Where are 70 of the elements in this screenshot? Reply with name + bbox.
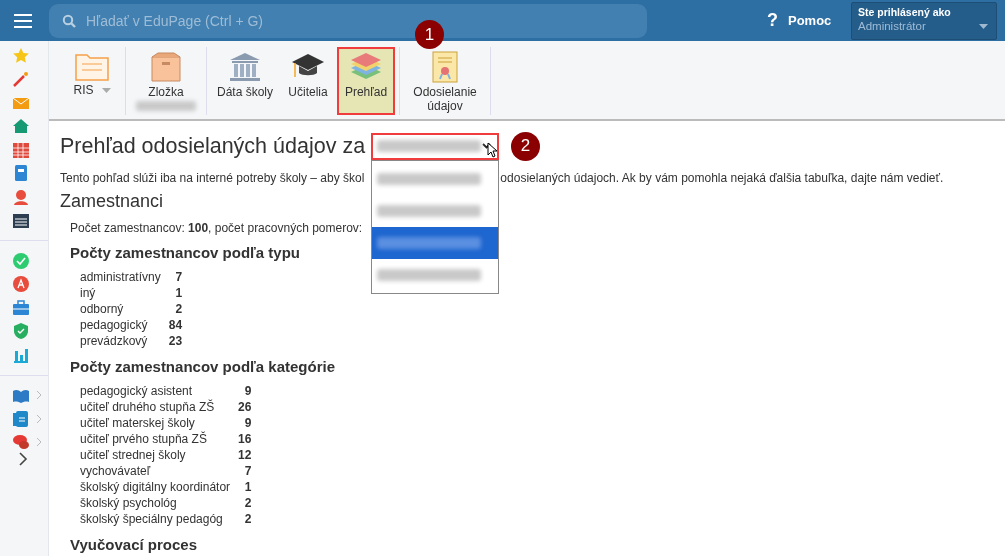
section-heading: Zamestnanci [60, 191, 164, 212]
row-label: prevádzkový [80, 333, 149, 349]
row-label: učiteľ druhého stupňa ZŠ [80, 399, 216, 415]
row-label: administratívny [80, 269, 161, 285]
caret-icon [979, 23, 988, 29]
grade-icon[interactable] [12, 275, 30, 294]
row-label: školský psychológ [80, 495, 178, 511]
toolbar-button[interactable]: Prehľad [337, 47, 396, 115]
briefcase-icon[interactable] [12, 298, 30, 317]
row-label: učiteľ strednej školy [80, 447, 187, 463]
year-dropdown[interactable] [371, 132, 500, 160]
shield-icon[interactable] [12, 322, 30, 341]
row-value: 7 [160, 269, 183, 285]
notebook-icon[interactable] [12, 164, 30, 183]
row-label: vychovávateľ [80, 463, 152, 479]
row-label: učiteľ materskej školy [80, 415, 231, 431]
row-label: pedagogický asistent [80, 383, 231, 399]
magic-wand-icon[interactable] [12, 70, 30, 89]
row-label: odborný [80, 301, 125, 317]
group-heading: Počty zamestnancov podľa typu [70, 244, 301, 261]
folder-icon [75, 51, 109, 81]
help-button[interactable]: ? Pomoc [767, 10, 832, 31]
chevron-icon[interactable] [18, 452, 28, 466]
info-text: odosielaných údajoch. Ak by vám pomohla nejaká ďalšia tabuľka, dajte nám vedieť. [500, 171, 944, 185]
chevron-icon [36, 413, 42, 424]
row-value: 2 [243, 511, 252, 527]
row-label: školský digitálny koordinátor [80, 479, 231, 495]
row-value: 9 [243, 383, 252, 399]
group-heading: Počty zamestnancov podľa kategórie [70, 358, 337, 375]
cursor-icon [487, 141, 500, 158]
row-label: učiteľ prvého stupňa ZŠ [80, 431, 208, 447]
star-icon[interactable] [12, 46, 30, 65]
row-label: pedagogický [80, 317, 149, 333]
row-label: školský špeciálny pedagóg [80, 511, 224, 527]
calendar-icon[interactable] [12, 211, 30, 230]
dropdown-option[interactable] [372, 226, 499, 259]
row-value: 9 [243, 415, 252, 431]
toolbar-button[interactable]: Dáta školy [211, 47, 280, 115]
row-label: iný [80, 285, 97, 301]
row-value: 84 [167, 317, 183, 333]
search-icon [62, 13, 76, 28]
toolbar-button[interactable]: Učitelia [279, 47, 338, 115]
toolbar-button[interactable]: Odosielanie údajov [404, 47, 487, 115]
row-value: 2 [174, 301, 183, 317]
user-menu[interactable]: Ste prihlásený ako Administrátor [851, 1, 997, 40]
person-icon[interactable] [12, 187, 30, 206]
building-icon [228, 51, 262, 83]
group-heading: Vyučovací proces [70, 536, 198, 553]
house-icon[interactable] [12, 117, 30, 136]
row-value: 1 [174, 285, 183, 301]
document-icon[interactable] [12, 409, 30, 428]
check-icon[interactable] [12, 251, 30, 270]
certificate-icon [431, 51, 460, 83]
row-value: 26 [237, 399, 252, 415]
row-value: 12 [237, 447, 252, 463]
row-value: 7 [243, 463, 252, 479]
page-title: Prehľad odosielaných údajov za [60, 133, 366, 159]
row-value: 16 [237, 431, 252, 447]
box-icon [150, 51, 182, 83]
chevron-icon [36, 390, 42, 401]
step-badge: 2 [511, 131, 541, 161]
chevron-icon [36, 437, 42, 448]
chat-icon[interactable] [12, 433, 30, 452]
row-value: 1 [230, 479, 252, 495]
summary-text: Počet zamestnancov: 100, počet pracovných pomerov: [70, 221, 364, 235]
toolbar-button[interactable]: RIS [63, 47, 121, 115]
row-value: 2 [243, 495, 252, 511]
row-value: 23 [167, 333, 183, 349]
info-text: Tento pohľad slúži iba na interné potreby školy – aby škol [60, 171, 365, 185]
toolbar-button[interactable]: Zložka [130, 47, 202, 115]
